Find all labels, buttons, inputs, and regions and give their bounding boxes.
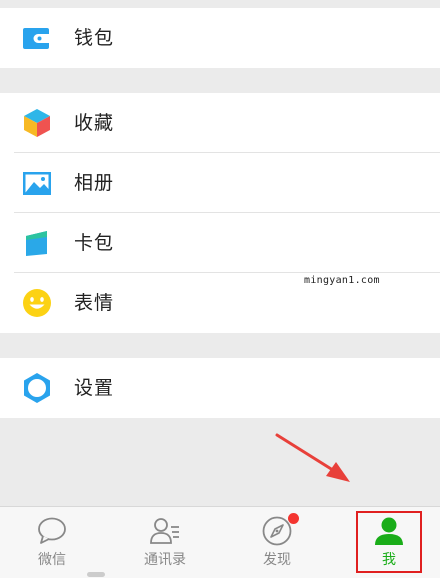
highlight-box xyxy=(356,511,422,573)
tab-label-discover: 发现 xyxy=(263,552,291,568)
contacts-icon xyxy=(150,518,179,544)
chat-bubble-icon xyxy=(38,517,66,544)
tab-label-contacts: 通讯录 xyxy=(144,552,186,568)
notification-badge xyxy=(288,513,299,524)
home-indicator xyxy=(87,572,105,577)
tab-discover[interactable]: 发现 xyxy=(227,507,327,578)
tab-chats[interactable]: 微信 xyxy=(2,507,102,578)
tab-contacts[interactable]: 通讯录 xyxy=(115,507,215,578)
tab-label-chats: 微信 xyxy=(38,552,66,568)
annotation-arrow xyxy=(275,433,350,482)
